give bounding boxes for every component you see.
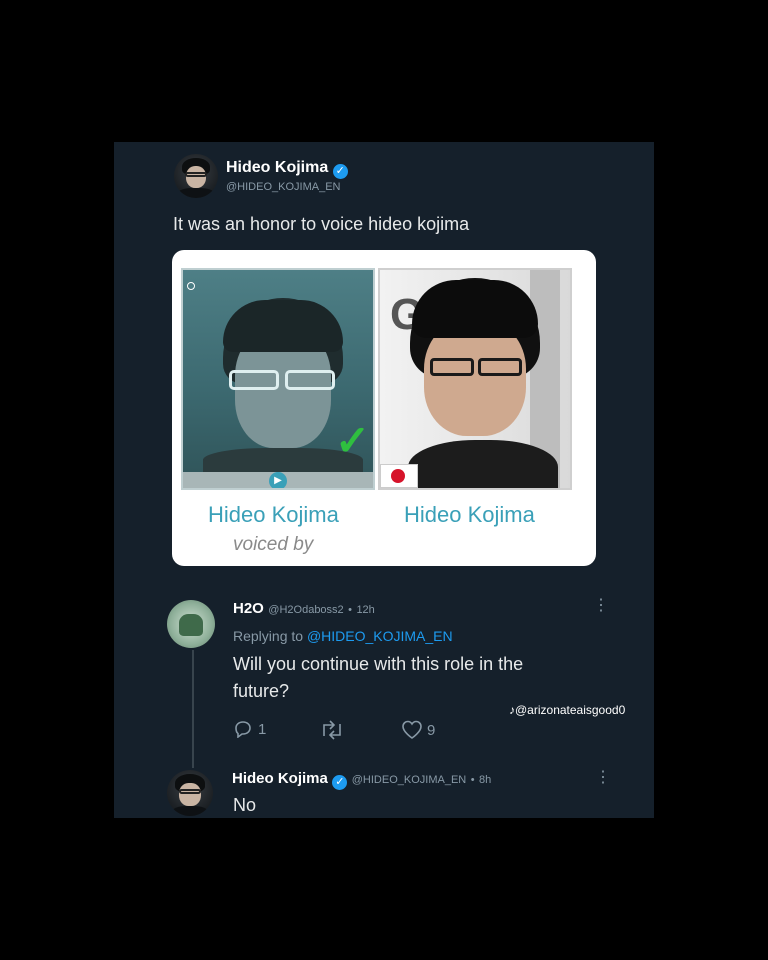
author-name-row[interactable]: Hideo Kojima ✓	[226, 159, 348, 179]
reply-author-avatar[interactable]	[167, 600, 215, 648]
like-action[interactable]: 9	[401, 720, 435, 740]
retweet-action[interactable]	[318, 720, 346, 740]
reply-text-line1: Will you continue with this role in the	[233, 654, 524, 674]
replying-to-prefix: Replying to	[233, 628, 304, 644]
verified-badge-icon: ✓	[332, 164, 348, 179]
tiktok-watermark: ♪@arizonateaisgood0	[509, 703, 625, 717]
reply-author-name[interactable]: H2O	[233, 600, 264, 617]
replying-to-handle[interactable]: @HIDEO_KOJIMA_EN	[307, 628, 453, 644]
game-designer-photo: G	[378, 268, 572, 490]
author-handle[interactable]: @HIDEO_KOJIMA_EN	[226, 181, 340, 193]
answer-header: Hideo Kojima ✓ @HIDEO_KOJIMA_EN • 8h	[232, 770, 491, 790]
left-photo-label: Hideo Kojima	[208, 502, 339, 527]
author-name[interactable]: Hideo Kojima	[226, 159, 328, 176]
voiced-by-label: voiced by	[233, 534, 314, 555]
answer-time[interactable]: 8h	[479, 774, 491, 786]
verified-badge-icon: ✓	[332, 775, 348, 790]
checkmark-icon: ✓	[335, 417, 371, 464]
tweet-screenshot-panel: Hideo Kojima ✓ @HIDEO_KOJIMA_EN It was a…	[114, 142, 654, 818]
tweet-text: It was an honor to voice hideo kojima	[173, 214, 470, 234]
japan-flag-icon	[380, 464, 418, 488]
more-dots-icon[interactable]: ⋮	[593, 598, 609, 614]
heart-icon	[402, 720, 422, 739]
thread-connector-line	[192, 650, 194, 768]
reply-author-handle[interactable]: @H2Odaboss2	[268, 604, 343, 616]
separator-dot: •	[348, 604, 352, 616]
answer-author-avatar[interactable]	[167, 770, 213, 816]
reply-time[interactable]: 12h	[356, 604, 374, 616]
watermark-handle: @arizonateaisgood0	[515, 703, 626, 717]
retweet-icon	[323, 720, 341, 740]
answer-author-name[interactable]: Hideo Kojima	[232, 770, 328, 787]
speech-bubble-icon	[235, 721, 251, 738]
replying-to: Replying to @HIDEO_KOJIMA_EN	[233, 628, 453, 644]
author-avatar[interactable]	[174, 154, 218, 198]
reply-count: 1	[258, 720, 267, 738]
reply-text-line2: future?	[233, 681, 290, 701]
like-count: 9	[427, 721, 436, 739]
separator-dot: •	[470, 774, 475, 786]
answer-author-handle[interactable]: @HIDEO_KOJIMA_EN	[352, 774, 466, 786]
play-icon[interactable]: ▶	[269, 472, 287, 488]
tweet-media-image[interactable]: ▶ ✓ G Hideo Kojima Hideo Kojima voiced b…	[172, 250, 596, 566]
answer-text: No	[233, 795, 257, 815]
reply-header: H2O @H2Odaboss2 • 12h	[233, 600, 375, 618]
voice-actor-photo: ▶ ✓	[181, 268, 375, 490]
right-photo-label: Hideo Kojima	[404, 502, 535, 527]
reply-action[interactable]: 1	[234, 720, 266, 738]
more-dots-icon[interactable]: ⋮	[595, 770, 611, 786]
